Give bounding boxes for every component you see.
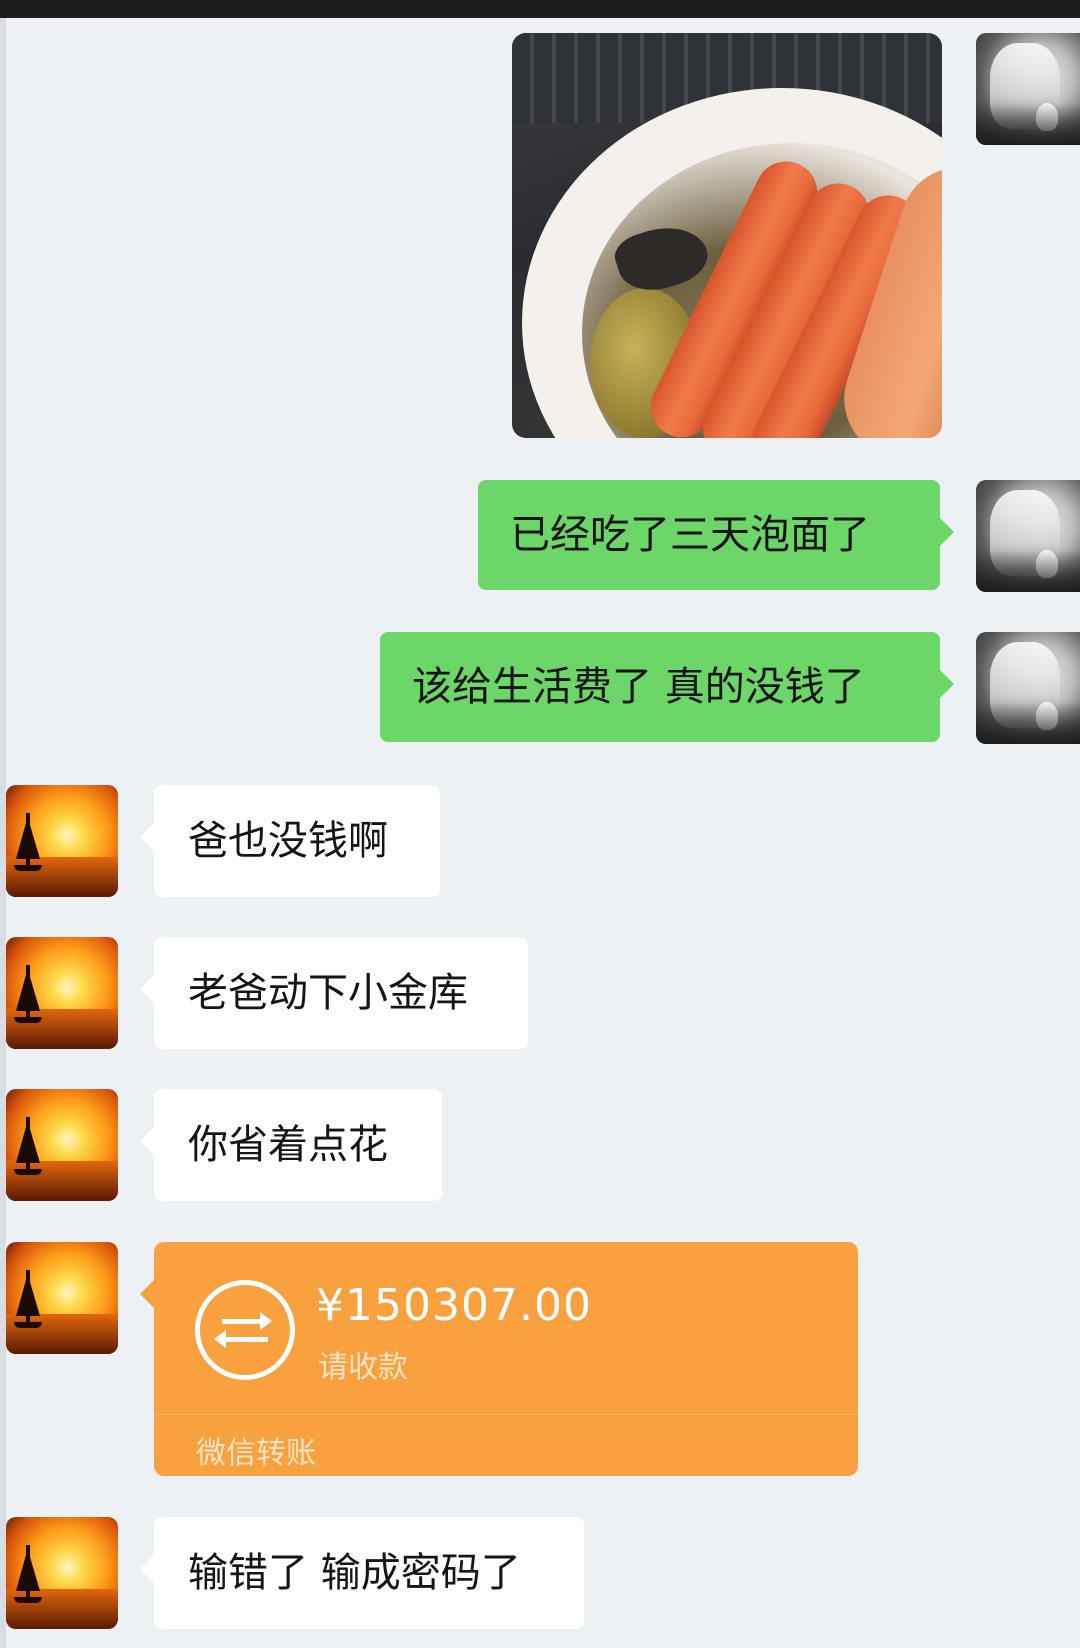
message-bubble-other[interactable]: 输错了 输成密码了 (140, 1517, 584, 1629)
message-text: 输错了 输成密码了 (188, 1550, 521, 1596)
transfer-amount: ¥150307.00 (316, 1280, 592, 1331)
photo-message-instant-noodles[interactable] (512, 33, 942, 438)
self-avatar[interactable] (976, 480, 1080, 592)
dad-avatar[interactable] (6, 937, 118, 1049)
self-avatar[interactable] (976, 33, 1080, 145)
dad-avatar[interactable] (6, 1089, 118, 1201)
message-bubble-self[interactable]: 已经吃了三天泡面了 (478, 480, 954, 590)
message-text: 你省着点花 (188, 1122, 388, 1168)
message-bubble-other[interactable]: 你省着点花 (140, 1089, 442, 1201)
message-bubble-other[interactable]: 爸也没钱啊 (140, 785, 440, 897)
message-text: 该给生活费了 真的没钱了 (412, 664, 865, 710)
message-text: 老爸动下小金库 (188, 970, 468, 1016)
message-bubble-self[interactable]: 该给生活费了 真的没钱了 (380, 632, 954, 742)
transfer-divider (154, 1414, 858, 1415)
dad-avatar[interactable] (6, 1242, 118, 1354)
top-status-strip (0, 0, 1080, 18)
self-avatar[interactable] (976, 632, 1080, 744)
message-text: 爸也没钱啊 (188, 818, 388, 864)
transfer-subtitle: 请收款 (318, 1350, 408, 1385)
wechat-transfer-card[interactable]: ¥150307.00 请收款 微信转账 (140, 1242, 858, 1476)
transfer-arrows-icon (195, 1280, 295, 1380)
transfer-brand-label: 微信转账 (196, 1436, 316, 1471)
dad-avatar[interactable] (6, 1517, 118, 1629)
message-bubble-other[interactable]: 老爸动下小金库 (140, 937, 528, 1049)
dad-avatar[interactable] (6, 785, 118, 897)
message-text: 已经吃了三天泡面了 (510, 512, 870, 558)
